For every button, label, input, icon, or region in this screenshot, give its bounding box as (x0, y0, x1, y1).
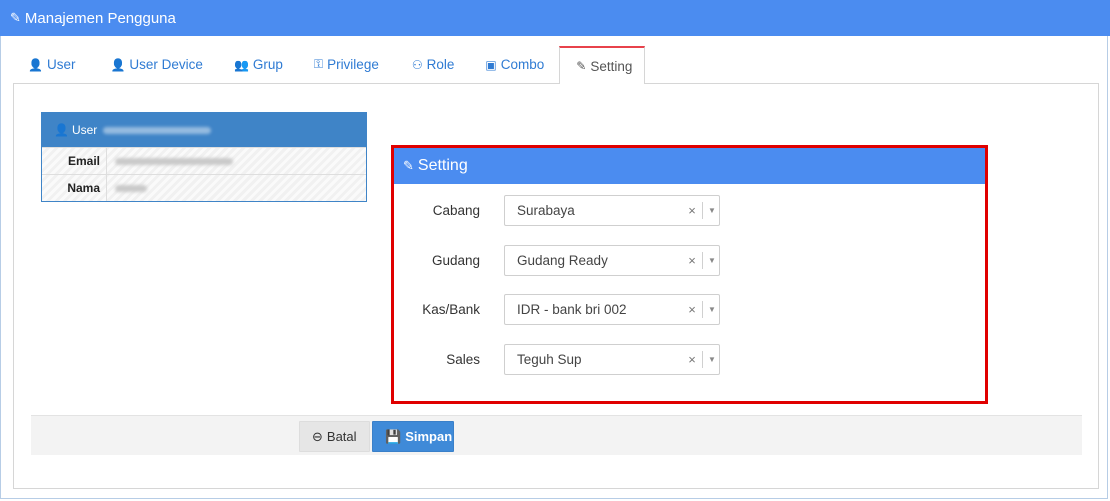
select-value: Gudang Ready (517, 252, 608, 268)
tab-user-device[interactable]: 👤 User Device (88, 46, 215, 83)
user-card-title: User (71, 123, 98, 137)
setting-panel-title: Setting (417, 157, 468, 174)
cancel-label: Batal (326, 429, 357, 444)
floppy-disk-icon: 💾 (385, 428, 402, 444)
tab-label: Privilege (327, 57, 379, 72)
chevron-down-icon[interactable]: ▼ (705, 305, 719, 314)
tab-role[interactable]: ⚇ Role (392, 46, 468, 83)
clear-icon[interactable]: × (684, 352, 700, 367)
field-label: Gudang (431, 252, 480, 268)
user-icon: 👤 (110, 57, 126, 72)
clear-icon[interactable]: × (684, 203, 700, 218)
field-kas-bank: Kas/Bank IDR - bank bri 002 × ▼ (394, 293, 985, 325)
gudang-select[interactable]: Gudang Ready × ▼ (504, 244, 720, 276)
tab-grup[interactable]: 👥 Grup (216, 46, 296, 83)
name-value (107, 175, 366, 201)
redacted-username (103, 126, 212, 134)
window-title-bar: ✎ Manajemen Pengguna (0, 0, 1110, 36)
tab-label: Setting (590, 58, 633, 74)
key-icon: ⚿ (313, 57, 324, 71)
setting-panel: ✎ Setting Cabang Surabaya × ▼ Gudang Gud… (391, 145, 988, 404)
save-button[interactable]: 💾 Simpan (372, 421, 454, 452)
tab-user[interactable]: 👤 User (15, 46, 88, 83)
tab-label: User (46, 57, 76, 72)
user-icon: 👤 (28, 57, 43, 72)
window-title: Manajemen Pengguna (24, 9, 176, 27)
form-footer: ⊖ Batal 💾 Simpan (31, 415, 1082, 455)
select-separator (702, 350, 703, 368)
select-separator (702, 251, 703, 269)
tab-privilege[interactable]: ⚿ Privilege (296, 46, 392, 83)
cancel-button[interactable]: ⊖ Batal (299, 421, 370, 452)
chevron-down-icon[interactable]: ▼ (705, 206, 719, 215)
kas-bank-select[interactable]: IDR - bank bri 002 × ▼ (504, 293, 720, 325)
user-name-row: Nama (42, 174, 366, 201)
tab-bar: 👤 User 👤 User Device 👥 Grup ⚿ Privilege … (15, 46, 646, 84)
book-icon: ▣ (485, 57, 497, 72)
select-separator (702, 201, 703, 219)
select-value: IDR - bank bri 002 (517, 301, 627, 317)
user-icon: 👤 (54, 123, 69, 137)
role-icon: ⚇ (411, 57, 423, 72)
email-value (107, 148, 366, 174)
tab-label: Role (426, 57, 455, 72)
email-key: Email (42, 148, 107, 174)
user-email-row: Email (42, 147, 366, 174)
cabang-select[interactable]: Surabaya × ▼ (504, 194, 720, 226)
redacted-email (115, 158, 233, 166)
tab-panel-setting: 👤 User Email Nama ✎ Setting Cabang Surab… (13, 83, 1099, 489)
tab-label: Combo (500, 57, 545, 72)
back-circle-icon: ⊖ (312, 428, 323, 444)
setting-panel-header: ✎ Setting (394, 148, 985, 184)
field-label: Kas/Bank (422, 301, 480, 317)
user-card-header: 👤 User (42, 113, 366, 147)
app-window: ✎ Manajemen Pengguna 👤 User 👤 User Devic… (0, 0, 1110, 501)
field-cabang: Cabang Surabaya × ▼ (394, 194, 985, 226)
users-group-icon: 👥 (233, 57, 249, 72)
edit-icon: ✎ (576, 59, 587, 73)
name-key: Nama (42, 175, 107, 201)
chevron-down-icon[interactable]: ▼ (705, 355, 719, 364)
field-gudang: Gudang Gudang Ready × ▼ (394, 244, 985, 276)
field-label: Sales (446, 351, 480, 367)
clear-icon[interactable]: × (684, 253, 700, 268)
tab-label: User Device (129, 57, 203, 72)
user-info-card: 👤 User Email Nama (41, 112, 367, 202)
pencil-icon: ✎ (10, 10, 21, 25)
select-value: Surabaya (517, 202, 575, 218)
field-label: Cabang (432, 202, 480, 218)
edit-icon: ✎ (403, 158, 414, 173)
tab-combo[interactable]: ▣ Combo (467, 46, 557, 83)
save-label: Simpan (405, 429, 453, 444)
main-frame: 👤 User 👤 User Device 👥 Grup ⚿ Privilege … (0, 36, 1108, 499)
chevron-down-icon[interactable]: ▼ (705, 256, 719, 265)
tab-label: Grup (252, 57, 283, 72)
sales-select[interactable]: Teguh Sup × ▼ (504, 343, 720, 375)
select-value: Teguh Sup (517, 351, 582, 367)
tab-setting[interactable]: ✎ Setting (559, 46, 646, 84)
field-sales: Sales Teguh Sup × ▼ (394, 343, 985, 375)
redacted-name (115, 185, 147, 193)
clear-icon[interactable]: × (684, 302, 700, 317)
select-separator (702, 300, 703, 318)
